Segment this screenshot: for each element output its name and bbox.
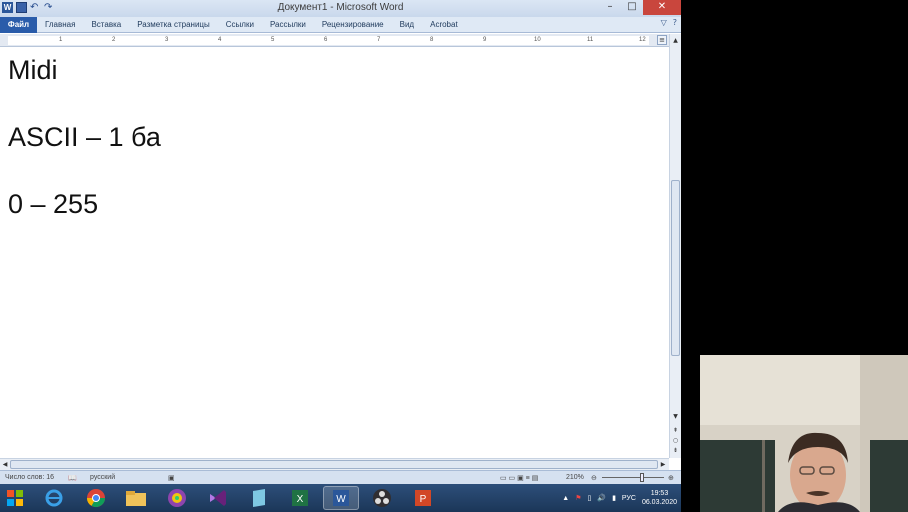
clock-date: 06.03.2020 [641, 499, 677, 506]
zoom-slider[interactable] [602, 477, 664, 478]
ruler-number: 11 [587, 37, 594, 43]
view-ruler-button[interactable]: ≡ [657, 35, 667, 45]
previous-page-icon[interactable]: ⇞ [671, 426, 680, 436]
network-icon[interactable]: ▮ [612, 494, 616, 502]
language-indicator[interactable]: русский [90, 474, 115, 481]
tab-insert[interactable]: Вставка [83, 17, 129, 33]
ruler-number: 6 [324, 37, 328, 43]
scroll-right-icon[interactable]: ▶ [658, 459, 668, 470]
file-explorer-icon[interactable] [118, 486, 154, 510]
ruler-number: 12 [639, 37, 646, 43]
tab-review[interactable]: Рецензирование [314, 17, 392, 33]
view-buttons[interactable]: ▭ ▭ ▣ ≡ ▤ [500, 474, 538, 482]
horizontal-scrollbar[interactable]: ◀ ▶ [0, 458, 669, 470]
window-controls: – □ ✕ [599, 0, 681, 15]
ruler-number: 3 [165, 37, 169, 43]
show-hidden-icons-icon[interactable]: ▲ [562, 495, 569, 502]
ruler-number: 4 [218, 37, 222, 43]
chrome-icon[interactable] [78, 486, 114, 510]
word-window: W ↶ ↷ Документ1 - Microsoft Word – □ ✕ Ф… [0, 0, 681, 512]
svg-text:W: W [336, 494, 346, 505]
zoom-level[interactable]: 210% [566, 474, 584, 481]
spellcheck-icon[interactable]: 📖 [68, 474, 77, 482]
svg-text:P: P [420, 494, 427, 505]
zoom-in-icon[interactable]: ⊕ [668, 474, 674, 482]
macro-record-icon[interactable]: ▣ [168, 474, 175, 482]
battery-icon[interactable]: ▯ [587, 494, 591, 502]
system-tray: ▲ ⚑ ▯ 🔊 ▮ РУС 19:53 06.03.2020 [562, 484, 677, 512]
scroll-up-icon[interactable]: ▲ [671, 36, 680, 46]
tab-home[interactable]: Главная [37, 17, 83, 33]
document-area[interactable]: Midi ASCII – 1 ба 0 – 255 [0, 48, 669, 458]
windows-start-icon[interactable] [6, 489, 24, 507]
zoom-out-icon[interactable]: ⊖ [591, 474, 597, 482]
tab-file[interactable]: Файл [0, 17, 37, 33]
help-icon[interactable]: ? [673, 18, 677, 27]
obs-icon[interactable] [364, 486, 400, 510]
flag-icon[interactable]: ⚑ [575, 494, 581, 502]
title-bar: W ↶ ↷ Документ1 - Microsoft Word – □ ✕ [0, 0, 681, 17]
vertical-scrollbar[interactable]: ▲ ▼ ⇞ ○ ⇟ [669, 34, 681, 458]
svg-text:X: X [297, 494, 304, 505]
zoom-slider-knob[interactable] [640, 473, 644, 482]
maximize-button[interactable]: □ [621, 0, 643, 15]
word-icon[interactable]: W [323, 486, 359, 510]
black-area [681, 0, 908, 355]
excel-icon[interactable]: X [282, 486, 318, 510]
scroll-left-icon[interactable]: ◀ [0, 459, 10, 470]
tab-page-layout[interactable]: Разметка страницы [129, 17, 218, 33]
ruler-number: 1 [59, 37, 63, 43]
ruler-number: 10 [534, 37, 541, 43]
document-line: Midi [8, 55, 58, 85]
vertical-scroll-thumb[interactable] [671, 180, 680, 356]
ruler-number: 8 [430, 37, 434, 43]
ruler-number: 9 [483, 37, 487, 43]
volume-icon[interactable]: 🔊 [597, 494, 606, 502]
word-count[interactable]: Число слов: 16 [5, 474, 54, 481]
status-bar: Число слов: 16 📖 русский ▣ ▭ ▭ ▣ ≡ ▤ 210… [0, 470, 681, 484]
tab-acrobat[interactable]: Acrobat [422, 17, 466, 33]
keyboard-language[interactable]: РУС [622, 495, 636, 502]
tab-references[interactable]: Ссылки [218, 17, 262, 33]
window-title: Документ1 - Microsoft Word [277, 2, 404, 13]
internet-explorer-icon[interactable] [36, 486, 72, 510]
expand-ribbon-icon[interactable]: ▽ [661, 18, 667, 27]
notepad-icon[interactable] [241, 486, 277, 510]
document-line: 0 – 255 [8, 189, 99, 219]
browse-object-icon[interactable]: ○ [671, 436, 680, 446]
ribbon-tab-bar: Файл Главная Вставка Разметка страницы С… [0, 17, 681, 33]
taskbar: X W P ▲ ⚑ ▯ 🔊 ▮ РУС 19:53 06.03.2020 [0, 484, 681, 512]
tab-view[interactable]: Вид [392, 17, 422, 33]
ruler-number: 7 [377, 37, 381, 43]
horizontal-ruler[interactable]: 1 2 3 4 5 6 7 8 9 10 11 12 ≡ [0, 34, 669, 47]
clock[interactable]: 19:53 06.03.2020 [642, 489, 677, 507]
next-page-icon[interactable]: ⇟ [671, 446, 680, 456]
close-button[interactable]: ✕ [643, 0, 681, 15]
powerpoint-icon[interactable]: P [405, 486, 441, 510]
clock-time: 19:53 [650, 490, 669, 497]
tab-mailings[interactable]: Рассылки [262, 17, 314, 33]
webcam-overlay [700, 355, 908, 512]
minimize-button[interactable]: – [599, 0, 621, 15]
ruler-number: 5 [271, 37, 275, 43]
scroll-down-icon[interactable]: ▼ [671, 412, 680, 422]
webcam-image [700, 355, 908, 512]
document-line: ASCII – 1 ба [8, 122, 161, 152]
visual-studio-icon[interactable] [200, 486, 236, 510]
ruler-number: 2 [112, 37, 116, 43]
picasa-icon[interactable] [159, 486, 195, 510]
horizontal-scroll-thumb[interactable] [10, 460, 658, 469]
